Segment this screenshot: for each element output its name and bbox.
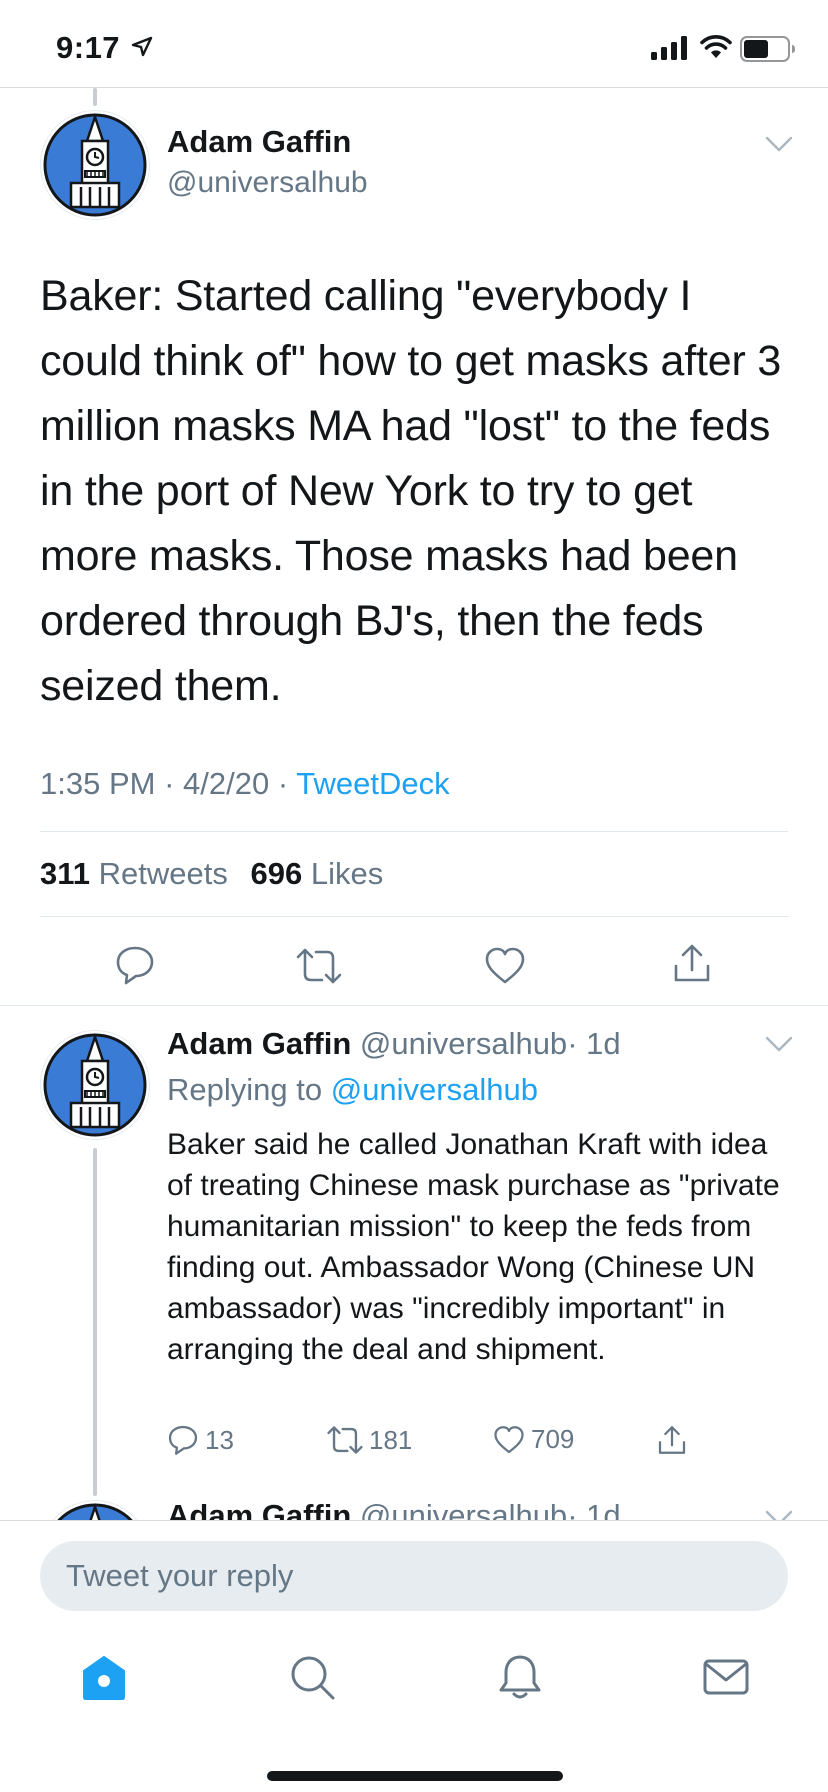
author-handle[interactable]: @universalhub: [360, 1026, 567, 1061]
bell-icon[interactable]: [496, 1653, 544, 1701]
reply-header: Adam Gaffin @universalhub· 1d: [167, 1026, 621, 1062]
likes-count: 696: [250, 856, 303, 891]
wifi-icon: [700, 35, 732, 58]
retweet-icon[interactable]: [296, 946, 342, 986]
mail-icon[interactable]: [702, 1653, 750, 1701]
tweet-time: 1:35 PM: [40, 766, 156, 801]
replying-to: Replying to @universalhub: [167, 1072, 538, 1108]
heart-icon: [494, 1425, 524, 1453]
clock-tower-logo-icon: [43, 113, 147, 217]
tweet-text: Baker: Started calling "everybody I coul…: [40, 272, 782, 710]
battery-icon: [740, 36, 795, 62]
like-count: 709: [531, 1424, 575, 1454]
likes-label: Likes: [310, 856, 384, 891]
mention-link[interactable]: @universalhub: [331, 1072, 538, 1107]
tweet-meta: 1:35 PM · 4/2/20 · TweetDeck: [40, 766, 450, 802]
reply-action-bar: 13 181 709: [167, 1424, 767, 1464]
tweet-source-link[interactable]: TweetDeck: [296, 766, 449, 801]
meta-separator: ·: [277, 766, 289, 801]
search-icon[interactable]: [288, 1653, 336, 1701]
retweet-count: 181: [369, 1424, 413, 1455]
tweet-date: 4/2/20: [183, 766, 270, 801]
tweet-stats: 311 Retweets 696 Likes: [40, 856, 383, 892]
retweets-stat[interactable]: 311 Retweets: [40, 856, 228, 891]
reply-icon: [168, 1425, 198, 1455]
retweets-label: Retweets: [98, 856, 228, 891]
status-divider: [0, 87, 828, 88]
reply-input[interactable]: [40, 1541, 788, 1611]
avatar[interactable]: [40, 1030, 150, 1140]
meta-separator: ·: [164, 766, 175, 801]
status-time: 9:17: [56, 30, 121, 65]
avatar[interactable]: [40, 110, 150, 220]
chevron-down-icon[interactable]: [764, 134, 794, 154]
share-icon: [658, 1426, 686, 1454]
divider: [0, 1005, 828, 1006]
reply-icon[interactable]: [114, 944, 156, 986]
status-bar: 9:17: [0, 0, 828, 88]
like-button[interactable]: 709: [493, 1424, 574, 1455]
author-name[interactable]: Adam Gaffin: [167, 1026, 351, 1061]
retweets-count: 311: [40, 856, 91, 891]
share-button[interactable]: [657, 1424, 693, 1456]
likes-stat[interactable]: 696 Likes: [251, 856, 384, 891]
replying-label: Replying to: [167, 1072, 323, 1107]
chevron-down-icon[interactable]: [764, 1034, 794, 1054]
divider: [40, 831, 788, 832]
share-icon[interactable]: [672, 942, 712, 984]
retweet-button[interactable]: 181: [327, 1424, 412, 1456]
reply-button[interactable]: 13: [167, 1424, 234, 1456]
bottom-bar: [0, 1520, 828, 1792]
divider: [40, 916, 788, 917]
heart-icon[interactable]: [484, 946, 526, 986]
reply-count: 13: [205, 1424, 234, 1455]
home-indicator: [267, 1771, 563, 1781]
tweet-age: · 1d: [567, 1026, 621, 1061]
thread-line: [93, 1148, 97, 1496]
retweet-icon: [327, 1426, 363, 1454]
location-arrow-icon: [131, 36, 153, 57]
cellular-signal-icon: [651, 36, 687, 60]
home-icon[interactable]: [80, 1653, 128, 1701]
author-name[interactable]: Adam Gaffin: [167, 124, 351, 160]
thread-line-top: [93, 88, 97, 106]
reply-text: Baker said he called Jonathan Kraft with…: [167, 1128, 780, 1366]
author-handle[interactable]: @universalhub: [167, 166, 368, 200]
clock-tower-logo-icon: [43, 1033, 147, 1137]
